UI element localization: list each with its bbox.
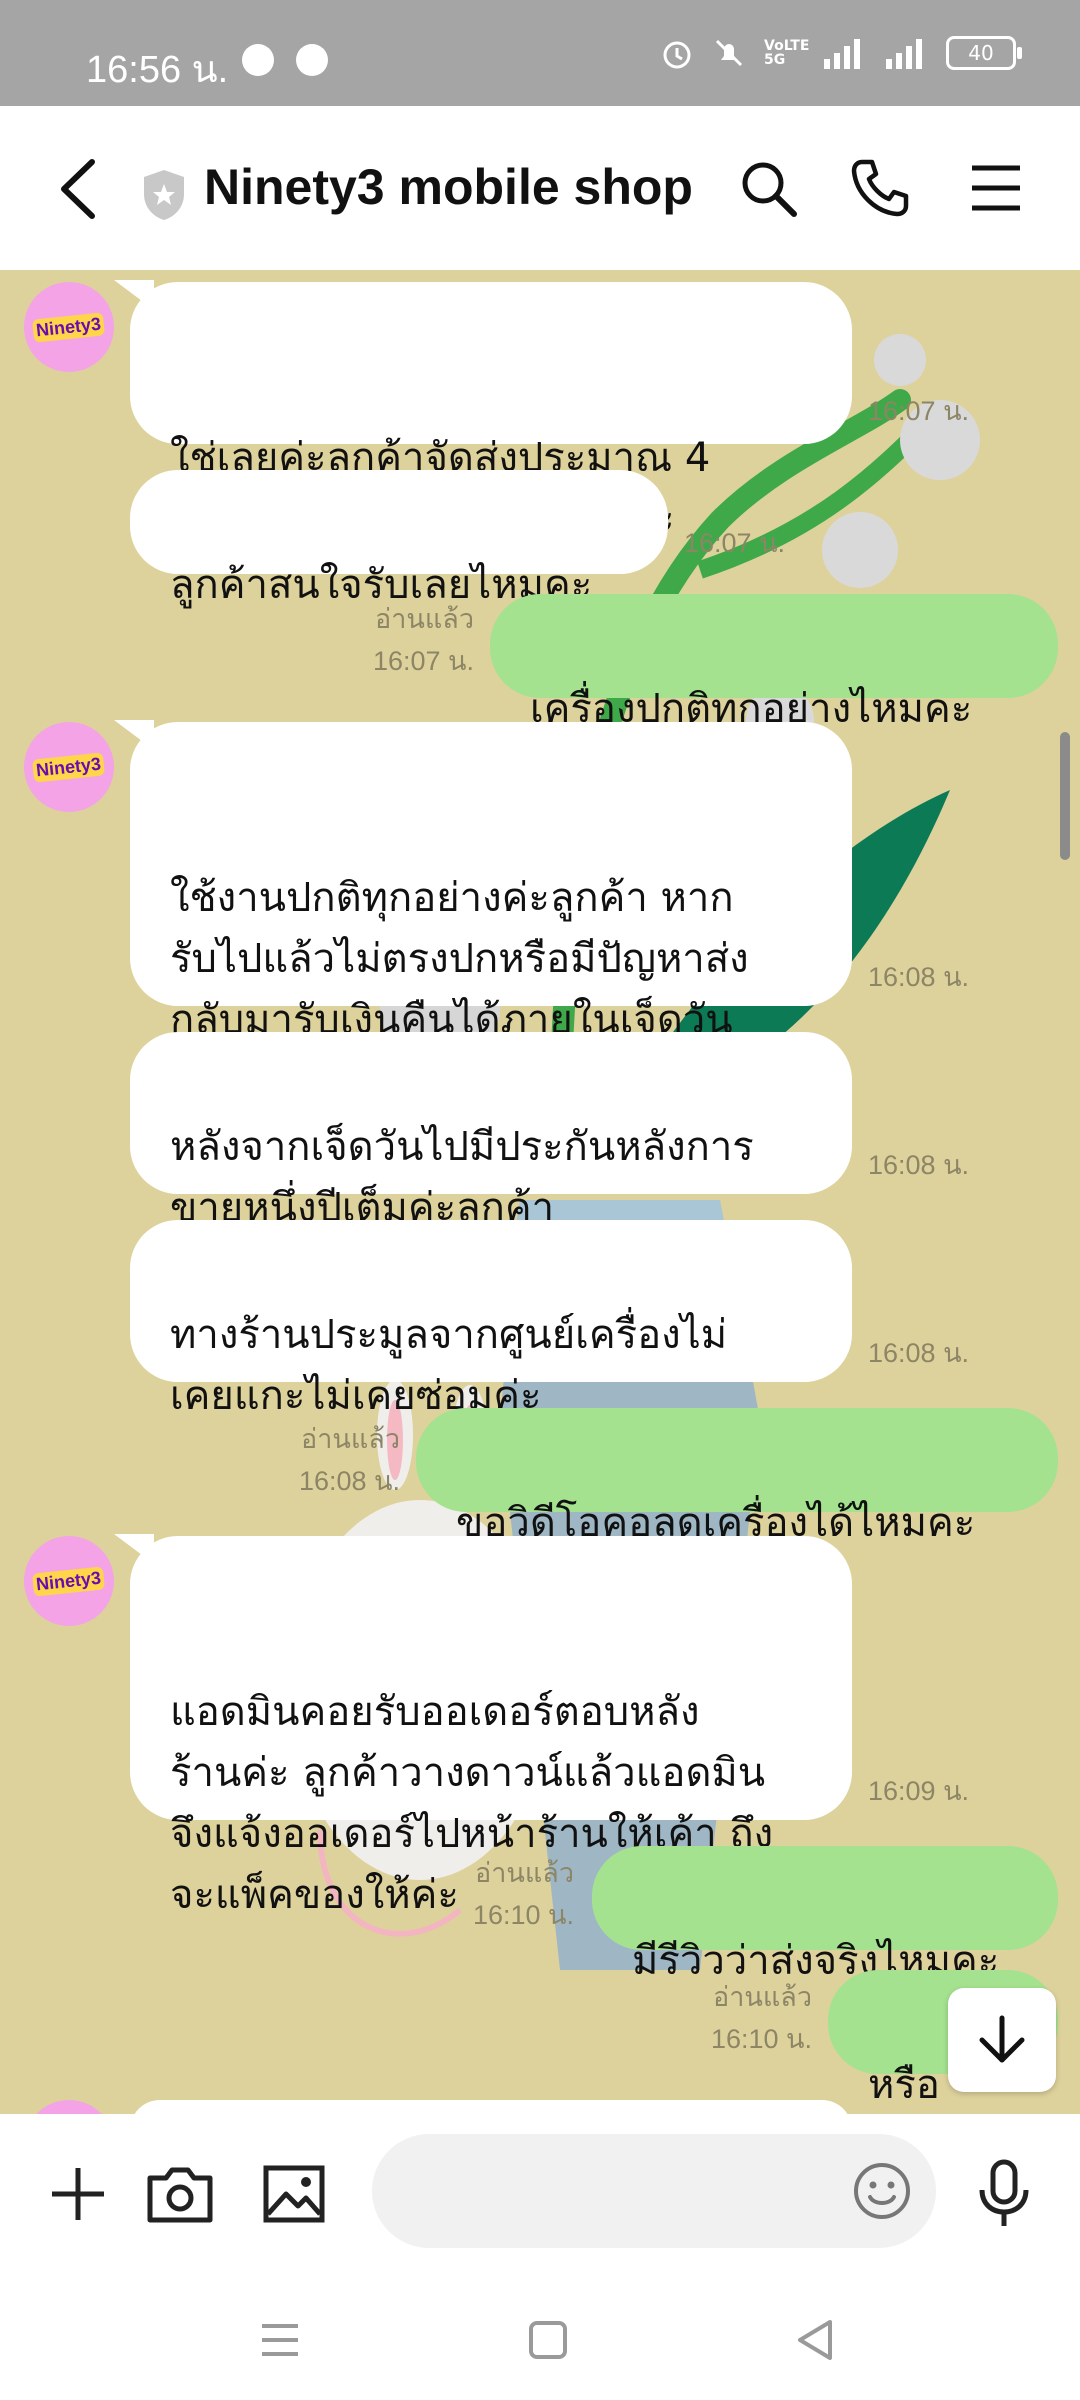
camera-icon	[147, 2167, 213, 2223]
chat-title: Ninety3 mobile shop	[204, 159, 693, 215]
home-icon[interactable]	[518, 2310, 578, 2370]
phone-icon[interactable]	[848, 156, 912, 220]
plus-icon	[52, 2168, 104, 2220]
voice-button[interactable]	[964, 2154, 1044, 2234]
battery-indicator: 40	[946, 36, 1022, 70]
message-time: 16:08 น.	[298, 1466, 400, 1496]
bubble-tail	[114, 280, 154, 310]
add-button[interactable]	[38, 2154, 118, 2234]
message-bubble-outgoing[interactable]: เครื่องปกติทุกอย่างไหมคะ	[490, 594, 1058, 732]
message-bubble-incoming[interactable]: ใช้งานปกติทุกอย่างค่ะลูกค้า หาก รับไปแล้…	[114, 720, 852, 1104]
read-receipt: อ่านแล้ว	[301, 1424, 400, 1454]
message-bubble-incoming[interactable]: ทางร้านประมูลจากศูนย์เครื่องไม่ เคยแกะไม…	[130, 1220, 852, 1419]
message-bubble-incoming[interactable]: หลังจากเจ็ดวันไปมีประกันหลังการ ขายหนึ่ง…	[130, 1032, 852, 1231]
message-bubble-incoming[interactable]: ลูกค้าสนใจรับเลยไหมคะ	[130, 470, 668, 608]
signal-icon	[824, 39, 860, 69]
signal-icon	[886, 39, 922, 69]
message-bubble-incoming[interactable]: ใช่เลยค่ะลูกค้าจัดส่งประมาณ 4 โมงเย็นนี้…	[114, 280, 852, 542]
network-type: VoLTE 5G	[764, 38, 810, 68]
message-text: หรือ	[868, 2062, 940, 2108]
message-time: 16:07 น.	[372, 646, 474, 676]
arrow-down-icon	[979, 2015, 1025, 2063]
shop-avatar[interactable]: Ninety3	[24, 1536, 114, 1626]
alarm-icon	[663, 41, 691, 69]
shield-icon	[144, 170, 184, 220]
status-bar: 16:56 น. VoLTE 5G 40	[0, 0, 1080, 106]
messenger-notification-icon	[296, 44, 328, 76]
message-time: 16:07 น.	[684, 528, 786, 558]
messenger-notification-icon	[242, 44, 274, 76]
message-bubble-incoming[interactable]	[130, 2100, 852, 2114]
message-time: 16:07 น.	[868, 396, 970, 426]
back-arrow-icon[interactable]	[50, 154, 110, 224]
shop-avatar[interactable]: Ninety3	[24, 282, 114, 372]
image-icon	[263, 2165, 325, 2223]
message-bubble-outgoing[interactable]: มีรีวิวว่าส่งจริงไหมคะ	[592, 1846, 1058, 1984]
bubble-tail	[114, 1534, 154, 1564]
recent-apps-icon[interactable]	[250, 2310, 310, 2370]
scroll-to-bottom-button[interactable]	[948, 1988, 1056, 2092]
status-time: 16:56 น.	[86, 49, 229, 91]
shop-avatar[interactable]: Ninety3	[24, 722, 114, 812]
chat-header: Ninety3 mobile shop	[0, 106, 1080, 270]
scrollbar[interactable]	[1060, 732, 1070, 860]
mute-icon	[715, 39, 743, 67]
message-time: 16:08 น.	[868, 1338, 970, 1368]
message-input-bar	[0, 2114, 1080, 2284]
read-receipt: อ่านแล้ว	[713, 1982, 812, 2012]
search-icon[interactable]	[736, 156, 800, 220]
read-receipt: อ่านแล้ว	[475, 1858, 574, 1888]
back-nav-icon[interactable]	[786, 2310, 846, 2370]
message-time: 16:10 น.	[472, 1900, 574, 1930]
bubble-tail	[114, 720, 154, 750]
chat-area[interactable]: Ninety3 ใช่เลยค่ะลูกค้าจัดส่งประมาณ 4 โม…	[0, 270, 1080, 2114]
message-time: 16:08 น.	[868, 1150, 970, 1180]
message-bubble-incoming[interactable]: แอดมินคอยรับออเดอร์ตอบหลัง ร้านค่ะ ลูกค้…	[114, 1534, 852, 1918]
message-time: 16:08 น.	[868, 962, 970, 992]
message-time: 16:10 น.	[710, 2024, 812, 2054]
microphone-icon	[979, 2159, 1029, 2226]
message-time: 16:09 น.	[868, 1776, 970, 1806]
image-button[interactable]	[254, 2154, 334, 2234]
system-navigation-bar	[0, 2284, 1080, 2400]
message-input-field[interactable]	[372, 2134, 936, 2250]
menu-icon[interactable]	[964, 156, 1028, 220]
message-bubble-outgoing[interactable]: ขอวิดีโอคอลดูเครื่องได้ไหมคะ	[416, 1408, 1058, 1546]
read-receipt: อ่านแล้ว	[375, 604, 474, 634]
message-input[interactable]	[402, 2134, 836, 2250]
camera-button[interactable]	[140, 2154, 220, 2234]
emoji-icon[interactable]	[852, 2161, 912, 2221]
